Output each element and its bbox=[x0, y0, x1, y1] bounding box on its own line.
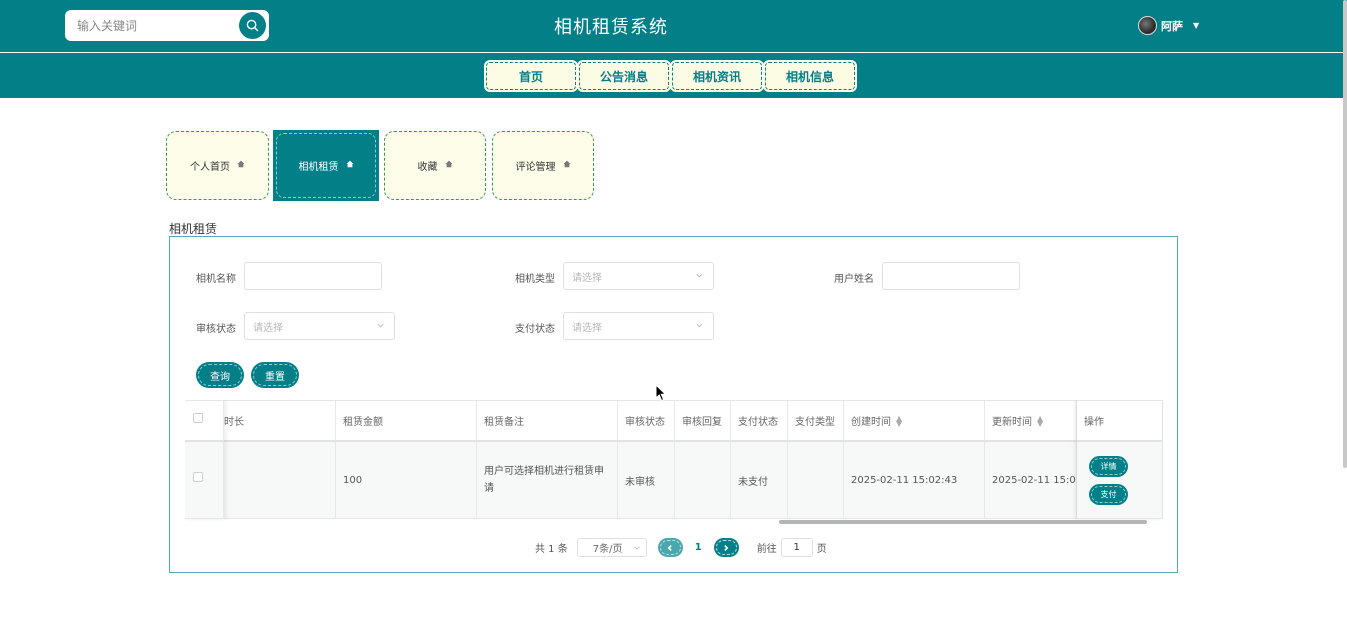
avatar bbox=[1138, 16, 1157, 35]
chevron-down-icon bbox=[634, 546, 640, 550]
pay-status-label: 支付状态 bbox=[515, 324, 555, 335]
camera-type-select[interactable]: 请选择 bbox=[563, 262, 714, 290]
cell-amount: 100 bbox=[336, 442, 477, 518]
tab-personal-home[interactable]: 个人首页 bbox=[166, 131, 269, 200]
col-updated-time[interactable]: 更新时间 ▲ ▼ bbox=[985, 401, 1077, 440]
nav-item-home[interactable]: 首页 bbox=[484, 60, 578, 92]
rental-panel: 相机名称 相机类型 请选择 用户姓名 审核状态 请选择 支付状态 请选择 查询 … bbox=[169, 236, 1178, 573]
pagination: 共 1 条 7条/页 1 前往 页 bbox=[535, 538, 827, 557]
chevron-down-icon bbox=[696, 323, 703, 328]
tab-label: 个人首页 bbox=[190, 162, 230, 173]
tab-favorites[interactable]: 收藏 bbox=[384, 131, 486, 200]
col-created-label: 创建时间 bbox=[851, 417, 891, 428]
tab-comment-management[interactable]: 评论管理 bbox=[492, 131, 594, 200]
username: 阿萨 bbox=[1161, 19, 1183, 33]
site-title: 相机租赁系统 bbox=[554, 17, 668, 38]
col-created-time[interactable]: 创建时间 ▲ ▼ bbox=[844, 401, 985, 440]
nav-item-announcements[interactable]: 公告消息 bbox=[577, 60, 671, 92]
tab-label: 相机租赁 bbox=[298, 162, 339, 173]
reset-button[interactable]: 重置 bbox=[251, 362, 299, 388]
cell-duration bbox=[224, 442, 336, 518]
home-icon bbox=[345, 160, 354, 171]
user-menu[interactable]: 阿萨 ▼ bbox=[1138, 16, 1199, 35]
camera-type-label: 相机类型 bbox=[515, 274, 555, 285]
tab-camera-rental[interactable]: 相机租赁 bbox=[273, 130, 379, 201]
chevron-left-icon bbox=[667, 544, 673, 551]
mouse-cursor-icon bbox=[655, 384, 667, 402]
col-review-status: 审核状态 bbox=[618, 401, 675, 440]
home-icon bbox=[237, 160, 245, 171]
home-icon bbox=[562, 160, 571, 171]
page-number-1[interactable]: 1 bbox=[695, 542, 702, 553]
next-page-button[interactable] bbox=[713, 538, 739, 557]
cell-created-time: 2025-02-11 15:02:43 bbox=[844, 442, 985, 518]
page-size-select[interactable]: 7条/页 bbox=[576, 538, 647, 557]
query-button[interactable]: 查询 bbox=[196, 362, 244, 388]
section-title: 相机租赁 bbox=[169, 222, 218, 236]
fixed-left-shadow bbox=[185, 400, 224, 519]
chevron-down-icon bbox=[377, 323, 384, 328]
table-horizontal-scrollbar[interactable] bbox=[779, 520, 1147, 524]
caret-down-icon: ▼ bbox=[1193, 21, 1200, 30]
cell-pay-status: 未支付 bbox=[731, 442, 788, 518]
nav-item-camera-news[interactable]: 相机资讯 bbox=[670, 60, 764, 92]
main-nav: 首页 公告消息 相机资讯 相机信息 bbox=[0, 53, 1347, 98]
page-vertical-scrollbar[interactable] bbox=[1343, 0, 1347, 468]
nav-item-camera-info[interactable]: 相机信息 bbox=[763, 60, 857, 92]
col-updated-label: 更新时间 bbox=[992, 417, 1032, 428]
col-pay-status: 支付状态 bbox=[731, 401, 788, 440]
goto-label: 前往 bbox=[756, 544, 777, 555]
review-status-placeholder: 请选择 bbox=[253, 322, 283, 334]
cell-pay-type bbox=[788, 442, 844, 518]
camera-type-placeholder: 请选择 bbox=[572, 272, 602, 284]
cell-review-reply bbox=[675, 442, 731, 518]
sort-icon[interactable]: ▲ ▼ bbox=[1037, 414, 1043, 427]
prev-page-button[interactable] bbox=[657, 538, 683, 557]
top-header: 相机租赁系统 阿萨 ▼ bbox=[0, 0, 1347, 52]
chevron-right-icon bbox=[724, 544, 729, 551]
pay-status-select[interactable]: 请选择 bbox=[563, 312, 714, 340]
table-row: 100 用户可选择相机进行租赁申请 未审核 未支付 2025-02-11 15:… bbox=[185, 442, 1163, 519]
review-status-select[interactable]: 请选择 bbox=[244, 312, 395, 340]
cell-remark: 用户可选择相机进行租赁申请 bbox=[477, 442, 618, 518]
review-status-label: 审核状态 bbox=[196, 324, 236, 335]
home-icon bbox=[444, 160, 453, 171]
camera-name-input[interactable] bbox=[244, 262, 382, 290]
col-review-reply: 审核回复 bbox=[675, 401, 731, 440]
pagination-total: 共 1 条 bbox=[535, 544, 568, 555]
user-name-label: 用户姓名 bbox=[834, 274, 874, 285]
camera-name-label: 相机名称 bbox=[196, 274, 236, 285]
col-pay-type: 支付类型 bbox=[788, 401, 844, 440]
col-amount: 租赁金额 bbox=[336, 401, 477, 440]
chevron-down-icon bbox=[696, 273, 703, 278]
cell-review-status: 未审核 bbox=[618, 442, 675, 518]
col-duration: 时长 bbox=[224, 401, 336, 440]
col-remark: 租赁备注 bbox=[477, 401, 618, 440]
rental-table: 时长 租赁金额 租赁备注 审核状态 审核回复 支付状态 支付类型 创建时间 ▲ ▼… bbox=[185, 400, 1163, 524]
pay-status-placeholder: 请选择 bbox=[572, 322, 602, 334]
fixed-right-shadow bbox=[1077, 400, 1163, 519]
table-header: 时长 租赁金额 租赁备注 审核状态 审核回复 支付状态 支付类型 创建时间 ▲ ▼… bbox=[185, 400, 1163, 442]
cell-updated-time: 2025-02-11 15:02:43 bbox=[985, 442, 1077, 518]
sort-icon[interactable]: ▲ ▼ bbox=[896, 414, 902, 427]
page-size-value: 7条/页 bbox=[592, 544, 623, 555]
user-name-input[interactable] bbox=[882, 262, 1020, 290]
page-unit-label: 页 bbox=[816, 544, 827, 555]
tab-label: 评论管理 bbox=[515, 162, 556, 173]
goto-page-input[interactable] bbox=[780, 538, 813, 557]
tab-label: 收藏 bbox=[417, 162, 438, 173]
